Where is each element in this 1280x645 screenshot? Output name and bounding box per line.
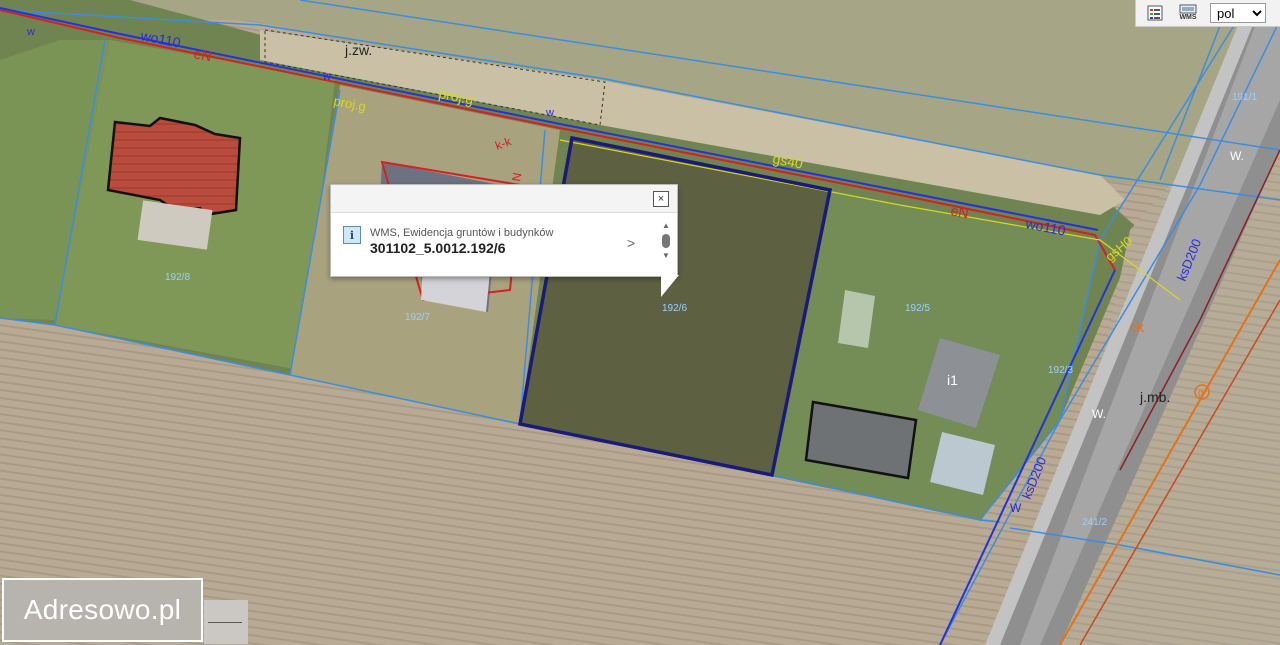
label-i1: i1 xyxy=(947,372,958,388)
map-toolbar: WMS pol xyxy=(1135,0,1280,27)
label-g-circle: g xyxy=(1198,388,1204,399)
chevron-right-icon[interactable]: > xyxy=(627,235,635,251)
label-ck: ck xyxy=(1130,319,1145,335)
close-icon[interactable]: × xyxy=(653,191,669,207)
label-parcel-192-7: 192/7 xyxy=(405,312,430,323)
scroll-thumb[interactable] xyxy=(662,234,670,248)
label-w-b: w xyxy=(322,71,331,83)
map-canvas[interactable]: wo110 eN wo110 eN j.zw. proj.g proj.g gs… xyxy=(0,0,1280,645)
label-parcel-192-3: 192/3 xyxy=(1048,365,1073,376)
label-w-e: W. xyxy=(1230,149,1244,163)
label-w-a: w xyxy=(26,26,35,38)
popup-scrollbar[interactable]: ▲ ▼ xyxy=(661,221,671,267)
feature-info-popup: × i WMS, Ewidencja gruntów i budynków 30… xyxy=(330,184,679,297)
label-j-zw: j.zw. xyxy=(344,42,372,58)
language-select[interactable]: pol xyxy=(1210,3,1266,23)
popup-pointer xyxy=(661,275,679,297)
info-icon: i xyxy=(343,226,361,244)
brand-text: Adresowo.pl xyxy=(23,594,182,625)
brand-tab xyxy=(204,600,248,644)
label-eN: eN xyxy=(192,45,213,64)
legend-list-icon[interactable] xyxy=(1144,3,1166,23)
wms-layer-button[interactable]: WMS xyxy=(1176,3,1200,23)
label-w-d: W. xyxy=(1092,407,1106,421)
label-parcel-192-6: 192/6 xyxy=(662,303,687,314)
label-parcel-192-8: 192/8 xyxy=(165,272,190,283)
label-eN-b: eN xyxy=(949,202,970,221)
label-parcel-191-1: 191/1 xyxy=(1232,92,1257,103)
label-parcel-192-5: 192/5 xyxy=(905,303,930,314)
popup-header: × xyxy=(331,185,677,213)
popup-layer-name: WMS, Ewidencja gruntów i budynków xyxy=(370,227,554,239)
scroll-down-icon[interactable]: ▼ xyxy=(661,251,671,261)
scroll-up-icon[interactable]: ▲ xyxy=(661,221,671,231)
label-parcel-241-2: 241/2 xyxy=(1082,517,1107,528)
adresowo-logo[interactable]: Adresowo.pl xyxy=(2,578,203,642)
popup-feature-id[interactable]: 301102_5.0012.192/6 xyxy=(370,240,505,256)
label-w-c: w xyxy=(545,107,554,119)
label-j-mb: j.mb. xyxy=(1139,389,1170,405)
popup-body: i WMS, Ewidencja gruntów i budynków 3011… xyxy=(331,213,677,276)
label-w-f: W xyxy=(1010,501,1022,515)
wms-label: WMS xyxy=(1179,14,1197,21)
